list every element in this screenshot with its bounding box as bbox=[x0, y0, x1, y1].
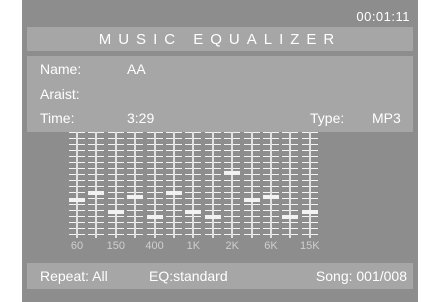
repeat-mode: Repeat: All bbox=[40, 268, 108, 284]
eq-mode: EQ:standard bbox=[149, 268, 228, 284]
frequency-label: 60 bbox=[70, 240, 84, 252]
page-title: MUSIC EQUALIZER bbox=[98, 30, 342, 48]
time-label: Time: bbox=[40, 110, 75, 126]
slider-knob[interactable] bbox=[69, 198, 85, 202]
slider-track bbox=[95, 132, 98, 238]
title-bar: MUSIC EQUALIZER bbox=[27, 27, 413, 51]
slider-knob[interactable] bbox=[224, 171, 241, 175]
equalizer-screen: 00:01:11 MUSIC EQUALIZER Name: AA Araist… bbox=[22, 0, 418, 302]
slider-track bbox=[211, 132, 214, 238]
slider-track bbox=[114, 132, 117, 238]
slider-knob[interactable] bbox=[88, 191, 105, 195]
eq-band-slider[interactable] bbox=[204, 132, 221, 238]
slider-knob[interactable] bbox=[127, 195, 144, 199]
artist-row: Araist: bbox=[27, 86, 413, 106]
track-info-panel: Name: AA Araist: Time: 3:29 Type: MP3 bbox=[27, 56, 413, 132]
song-counter: Song: 001/008 bbox=[315, 268, 407, 284]
slider-knob[interactable] bbox=[301, 210, 318, 214]
frequency-label: 15K bbox=[300, 240, 320, 252]
eq-band-slider[interactable] bbox=[263, 132, 279, 238]
eq-band-slider[interactable] bbox=[282, 132, 299, 238]
slider-track bbox=[231, 132, 234, 238]
eq-band-slider[interactable] bbox=[185, 132, 202, 238]
slider-knob[interactable] bbox=[146, 215, 163, 219]
frequency-label: 1K bbox=[186, 240, 201, 252]
slider-knob[interactable] bbox=[166, 191, 182, 195]
frequency-label: 150 bbox=[106, 240, 125, 252]
eq-band-slider[interactable] bbox=[166, 132, 182, 238]
frequency-label: 400 bbox=[145, 240, 164, 252]
slider-track bbox=[173, 132, 175, 238]
eq-band-slider[interactable] bbox=[127, 132, 144, 238]
eq-band-slider[interactable] bbox=[301, 132, 318, 238]
slider-knob[interactable] bbox=[243, 198, 260, 202]
artist-label: Araist: bbox=[40, 86, 80, 102]
track-name-row: Name: AA bbox=[27, 61, 413, 81]
slider-track bbox=[76, 132, 78, 238]
slider-track bbox=[270, 132, 272, 238]
eq-band-slider[interactable] bbox=[107, 132, 124, 238]
time-value: 3:29 bbox=[127, 110, 155, 126]
frequency-labels: 60 150 400 1K 2K 6K 15K bbox=[69, 240, 362, 256]
status-bar: Repeat: All EQ:standard Song: 001/008 bbox=[27, 263, 413, 289]
name-label: Name: bbox=[40, 61, 82, 77]
eq-band-slider[interactable] bbox=[224, 132, 241, 238]
slider-track bbox=[192, 132, 195, 238]
slider-knob[interactable] bbox=[282, 215, 299, 219]
eq-band-slider[interactable] bbox=[243, 132, 260, 238]
slider-knob[interactable] bbox=[204, 215, 221, 219]
elapsed-time: 00:01:11 bbox=[356, 9, 410, 24]
slider-knob[interactable] bbox=[185, 210, 202, 214]
slider-knob[interactable] bbox=[107, 210, 124, 214]
name-value: AA bbox=[127, 61, 146, 77]
eq-band-slider[interactable] bbox=[146, 132, 163, 238]
slider-track bbox=[250, 132, 253, 238]
eq-band-slider[interactable] bbox=[88, 132, 105, 238]
frequency-label: 6K bbox=[264, 240, 278, 252]
slider-track bbox=[308, 132, 311, 238]
track-time-row: Time: 3:29 Type: MP3 bbox=[27, 110, 413, 130]
eq-band-slider[interactable] bbox=[69, 132, 85, 238]
slider-track bbox=[134, 132, 137, 238]
type-value: MP3 bbox=[372, 110, 401, 126]
slider-knob[interactable] bbox=[263, 195, 279, 199]
frequency-label: 2K bbox=[225, 240, 239, 252]
slider-track bbox=[289, 132, 292, 238]
slider-track bbox=[153, 132, 156, 238]
type-label: Type: bbox=[310, 110, 345, 126]
equalizer-bands bbox=[69, 132, 362, 242]
